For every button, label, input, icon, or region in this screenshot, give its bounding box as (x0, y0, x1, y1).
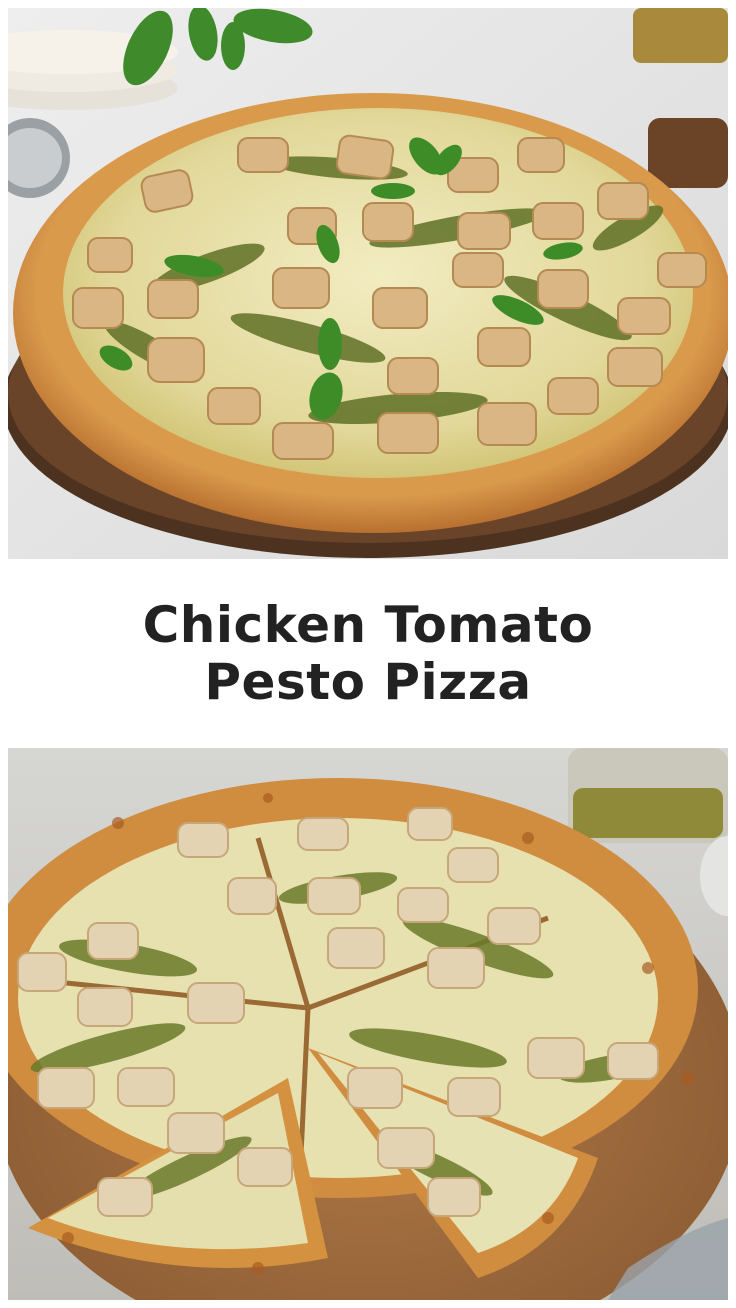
recipe-title-line-2: Pesto Pizza (204, 652, 532, 711)
recipe-title-line-1: Chicken Tomato (142, 595, 594, 654)
top-pizza-photo (8, 8, 728, 559)
pizza (13, 93, 728, 533)
sliced-pizza-illustration (8, 748, 728, 1300)
bottom-pizza-photo (8, 748, 728, 1300)
recipe-title: Chicken Tomato Pesto Pizza (142, 595, 594, 711)
whole-pizza-illustration (8, 8, 728, 559)
oil-bottle (633, 8, 728, 63)
title-block: Chicken Tomato Pesto Pizza (0, 559, 736, 748)
olive-oil-glass (568, 748, 728, 843)
